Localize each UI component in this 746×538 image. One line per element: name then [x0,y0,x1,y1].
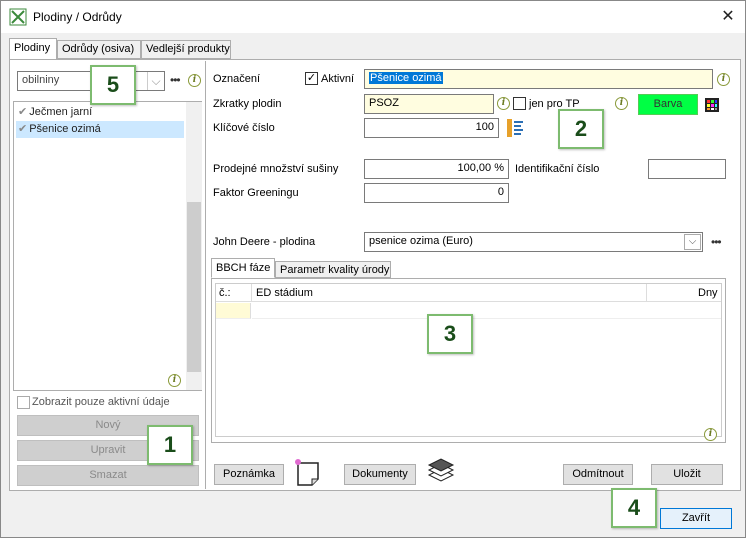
info-icon[interactable]: i [704,428,717,441]
app-icon [9,8,27,26]
info-icon[interactable]: i [188,74,201,87]
tab-plodiny[interactable]: Plodiny [9,38,57,60]
crop-list: ✔ Ječmen jarní ✔ Pšenice ozimá i [13,101,202,391]
abbr-input[interactable]: PSOZ [364,94,494,114]
info-icon[interactable]: i [717,73,730,86]
tp-checkbox[interactable] [513,97,526,110]
reject-button[interactable]: Odmítnout [563,464,633,485]
ruler-icon[interactable] [505,119,525,137]
greening-input[interactable]: 0 [364,183,509,203]
jd-value: psenice ozima (Euro) [369,235,473,247]
active-checkbox[interactable]: ✓ [305,72,318,85]
dry-label: Prodejné množství sušiny [213,163,339,175]
col-number: č.: [219,287,231,299]
callout-1: 1 [147,425,193,465]
show-active-label: Zobrazit pouze aktivní údaje [32,396,170,408]
check-icon: ✔ [18,123,28,135]
info-icon[interactable]: i [615,97,628,110]
greening-label: Faktor Greeningu [213,187,299,199]
callout-4: 4 [611,488,657,528]
bbch-table: č.: ED stádium Dny i [215,283,722,441]
ident-label: Identifikační číslo [515,163,600,175]
jd-label: John Deere - plodina [213,236,316,248]
list-item[interactable]: ✔ Ječmen jarní [16,104,184,121]
bbch-panel: č.: ED stádium Dny i [211,278,726,443]
note-icon[interactable] [292,457,322,487]
panel-divider [205,61,206,489]
chevron-down-icon[interactable]: ⌵ [147,72,164,90]
delete-button[interactable]: Smazat [17,465,199,486]
close-button[interactable]: Zavřít [660,508,732,529]
col-dny: Dny [698,287,718,299]
callout-3: 3 [427,314,473,354]
table-header: č.: ED stádium Dny [216,284,721,302]
tab-vedlejsi-produkty[interactable]: Vedlejší produkty [141,40,231,59]
more-icon[interactable]: ••• [711,235,722,249]
close-window-icon[interactable]: ✕ [717,6,739,28]
jd-select[interactable]: psenice ozima (Euro) [364,232,703,252]
title-bar: Plodiny / Odrůdy ✕ [1,1,745,33]
tab-bbch[interactable]: BBCH fáze [211,258,275,278]
col-ed-stadium: ED stádium [256,287,313,299]
more-icon[interactable]: ••• [170,73,181,87]
name-input[interactable]: Pšenice ozimá [364,69,713,89]
list-item-label: Pšenice ozimá [29,123,101,135]
chevron-down-icon[interactable]: ⌵ [684,234,701,250]
filter-value: obilniny [22,74,60,86]
check-icon: ✔ [18,106,28,118]
table-row[interactable] [252,303,721,319]
list-scrollbar-track[interactable] [186,102,202,390]
callout-5: 5 [90,65,136,105]
list-item-selected[interactable]: ✔ Pšenice ozimá [16,121,184,138]
list-item-label: Ječmen jarní [29,106,93,118]
palette-icon[interactable] [705,98,719,112]
tab-parametr[interactable]: Parametr kvality úrody [275,261,391,278]
tab-odrudy[interactable]: Odrůdy (osiva) [57,40,141,59]
documents-button[interactable]: Dokumenty [344,464,416,485]
info-icon[interactable]: i [497,97,510,110]
dialog-window: Plodiny / Odrůdy ✕ Plodiny Odrůdy (osiva… [0,0,746,538]
abbr-label: Zkratky plodin [213,98,282,110]
note-button[interactable]: Poznámka [214,464,284,485]
ident-input[interactable] [648,159,726,179]
table-row[interactable] [216,303,251,319]
key-label: Klíčové číslo [213,122,275,134]
dry-input[interactable]: 100,00 % [364,159,509,179]
active-label: Aktivní [321,73,355,85]
name-value: Pšenice ozimá [369,72,443,84]
window-title: Plodiny / Odrůdy [33,10,122,24]
color-button[interactable]: Barva [638,94,698,115]
show-active-checkbox[interactable] [17,396,30,409]
documents-icon[interactable] [425,455,457,487]
callout-2: 2 [558,109,604,149]
list-scrollbar-thumb[interactable] [187,202,201,372]
save-button[interactable]: Uložit [651,464,723,485]
key-input[interactable]: 100 [364,118,499,138]
info-icon[interactable]: i [168,374,181,387]
name-label: Označení [213,73,261,85]
